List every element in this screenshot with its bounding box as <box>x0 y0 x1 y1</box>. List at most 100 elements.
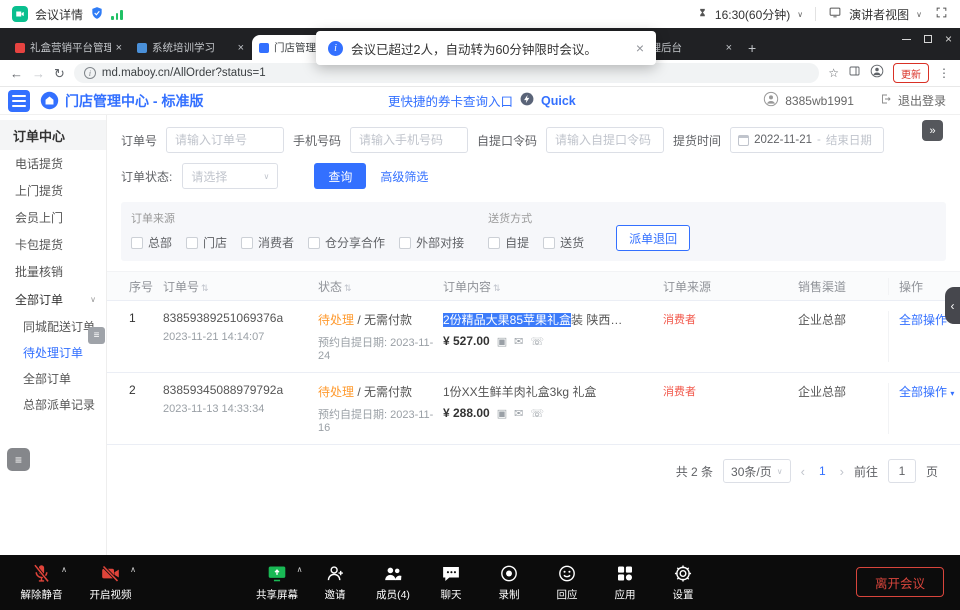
total-count: 共 2 条 <box>676 463 713 480</box>
next-page-button[interactable]: › <box>840 464 844 479</box>
unmute-button[interactable]: ∧ 解除静音 <box>14 562 69 602</box>
code-input[interactable] <box>546 127 664 153</box>
sidebar-item-phone-pickup[interactable]: 电话提货 <box>0 150 106 177</box>
goto-page-input[interactable] <box>888 459 916 483</box>
forward-icon[interactable]: → <box>32 67 45 80</box>
phone-icon[interactable]: ☏ <box>530 407 544 420</box>
tab-close-icon[interactable]: × <box>116 42 122 54</box>
prev-page-button[interactable]: ‹ <box>801 464 805 479</box>
col-order-no[interactable]: 订单号⇅ <box>163 278 318 295</box>
sidebar-item-batch-verify[interactable]: 批量核销 <box>0 258 106 285</box>
meeting-panel-expand-button[interactable]: ‹ <box>945 287 960 324</box>
reactions-button[interactable]: 回应 <box>540 562 595 602</box>
date-range-picker[interactable]: 2022-11-21 - 结束日期 <box>730 127 884 153</box>
annotation-tool-icon[interactable]: ≡ <box>7 448 30 471</box>
settings-button[interactable]: 设置 <box>656 562 711 602</box>
sort-icon[interactable]: ⇅ <box>493 283 501 293</box>
advanced-filter-link[interactable]: 高级筛选 <box>380 168 428 185</box>
product-name: 1份XX生鲜羊肉礼盒3kg 礼盒 <box>443 383 651 400</box>
sidebar-item-member-visit[interactable]: 会员上门 <box>0 204 106 231</box>
leave-meeting-button[interactable]: 离开会议 <box>856 567 944 597</box>
dispatch-return-button[interactable]: 派单退回 <box>616 225 690 251</box>
shared-browser-window: 礼盒营销平台管理中心 × 系统培训学习 × 门店管理中心 × 商城管理 × 培训… <box>0 28 960 555</box>
browser-tab[interactable]: 礼盒营销平台管理中心 × <box>8 35 129 60</box>
chat-button[interactable]: 聊天 <box>424 562 479 602</box>
menu-toggle-button[interactable] <box>8 90 30 112</box>
sort-icon[interactable]: ⇅ <box>201 283 209 293</box>
col-status[interactable]: 状态⇅ <box>318 278 443 295</box>
toast-close-icon[interactable]: × <box>636 40 644 56</box>
message-icon[interactable]: ✉ <box>514 335 523 348</box>
username[interactable]: 8385wb1991 <box>785 94 854 108</box>
sidebar-item-card-pickup[interactable]: 卡包提货 <box>0 231 106 258</box>
tab-close-icon[interactable]: × <box>726 42 732 54</box>
timer-caret-icon[interactable]: ∨ <box>797 10 803 19</box>
chrome-update-button[interactable]: 更新 <box>893 63 929 83</box>
tab-close-icon[interactable]: × <box>238 42 244 54</box>
printer-icon[interactable]: ▣ <box>497 407 507 420</box>
meeting-details-button[interactable]: 会议详情 <box>35 6 83 23</box>
chevron-up-icon[interactable]: ∧ <box>297 565 303 574</box>
fullscreen-icon[interactable] <box>935 6 948 22</box>
view-mode-button[interactable]: 演讲者视图 <box>849 6 909 23</box>
source-option-warehouse[interactable]: 仓分享合作 <box>308 234 385 251</box>
current-page[interactable]: 1 <box>815 464 830 478</box>
logout-button[interactable]: 退出登录 <box>898 92 946 109</box>
share-screen-button[interactable]: ∧ 共享屏幕 <box>250 562 305 602</box>
order-status-select[interactable]: 请选择 ∨ <box>182 163 278 189</box>
members-button[interactable]: 成员(4) <box>366 562 421 602</box>
col-channel: 销售渠道 <box>798 278 888 295</box>
tab-title: 礼盒营销平台管理中心 <box>30 40 111 55</box>
phone-icon[interactable]: ☏ <box>530 335 544 348</box>
window-maximize-button[interactable] <box>924 35 932 43</box>
window-minimize-button[interactable] <box>902 39 911 40</box>
back-icon[interactable]: ← <box>10 67 23 80</box>
panel-collapse-button[interactable]: » <box>922 120 943 141</box>
printer-icon[interactable]: ▣ <box>497 335 507 348</box>
chevron-up-icon[interactable]: ∧ <box>130 565 136 574</box>
order-no-input[interactable] <box>166 127 284 153</box>
source-option-hq[interactable]: 总部 <box>131 234 172 251</box>
window-close-button[interactable]: × <box>945 33 952 45</box>
coupon-query-link[interactable]: 更快捷的券卡查询入口 <box>388 91 513 110</box>
view-caret-icon[interactable]: ∨ <box>916 10 922 19</box>
source-option-store[interactable]: 门店 <box>186 234 227 251</box>
meeting-timer[interactable]: 16:30(60分钟) <box>715 6 790 23</box>
search-button[interactable]: 查询 <box>314 163 366 189</box>
invite-button[interactable]: 邀请 <box>308 562 363 602</box>
delivery-option-pickup[interactable]: 自提 <box>488 234 529 251</box>
browser-menu-icon[interactable]: ⋮ <box>938 67 950 79</box>
sidebar-item-door-pickup[interactable]: 上门提货 <box>0 177 106 204</box>
address-bar[interactable]: i md.maboy.cn/AllOrder?status=1 <box>74 63 819 83</box>
sidebar-item-hq-dispatch[interactable]: 总部派单记录 <box>0 391 106 417</box>
browser-tab[interactable]: 系统培训学习 × <box>130 35 251 60</box>
record-button[interactable]: 录制 <box>482 562 537 602</box>
side-panel-icon[interactable] <box>848 64 861 82</box>
new-tab-button[interactable]: + <box>748 40 756 56</box>
site-header: 门店管理中心 - 标准版 更快捷的券卡查询入口 Quick 8385wb1991… <box>0 87 960 115</box>
source-option-external[interactable]: 外部对接 <box>399 234 464 251</box>
bookmark-star-icon[interactable]: ☆ <box>828 67 839 79</box>
message-icon[interactable]: ✉ <box>514 407 523 420</box>
brand-title: 门店管理中心 - 标准版 <box>65 91 203 111</box>
tab-favicon <box>137 43 147 53</box>
site-info-icon[interactable]: i <box>84 67 96 79</box>
order-list-toggle-icon[interactable]: ≡ <box>88 327 105 344</box>
start-video-button[interactable]: ∧ 开启视频 <box>83 562 138 602</box>
chevron-up-icon[interactable]: ∧ <box>61 565 67 574</box>
col-content[interactable]: 订单内容⇅ <box>443 278 663 295</box>
row-actions-dropdown[interactable]: 全部操作 ▾ <box>899 383 954 400</box>
order-source-label: 订单来源 <box>131 210 464 226</box>
page-size-select[interactable]: 30条/页 ∨ <box>723 459 791 483</box>
apps-button[interactable]: 应用 <box>598 562 653 602</box>
source-option-consumer[interactable]: 消费者 <box>241 234 294 251</box>
sidebar-item-all-orders[interactable]: 全部订单 <box>0 365 106 391</box>
sidebar-group-all-orders[interactable]: 全部订单 ∨ <box>0 285 106 313</box>
phone-input[interactable] <box>350 127 468 153</box>
record-icon <box>499 562 520 584</box>
reload-icon[interactable]: ↻ <box>54 67 65 80</box>
delivery-option-delivery[interactable]: 送货 <box>543 234 584 251</box>
sort-icon[interactable]: ⇅ <box>344 283 352 293</box>
quick-link[interactable]: Quick <box>541 94 576 108</box>
profile-avatar-icon[interactable] <box>870 64 884 83</box>
